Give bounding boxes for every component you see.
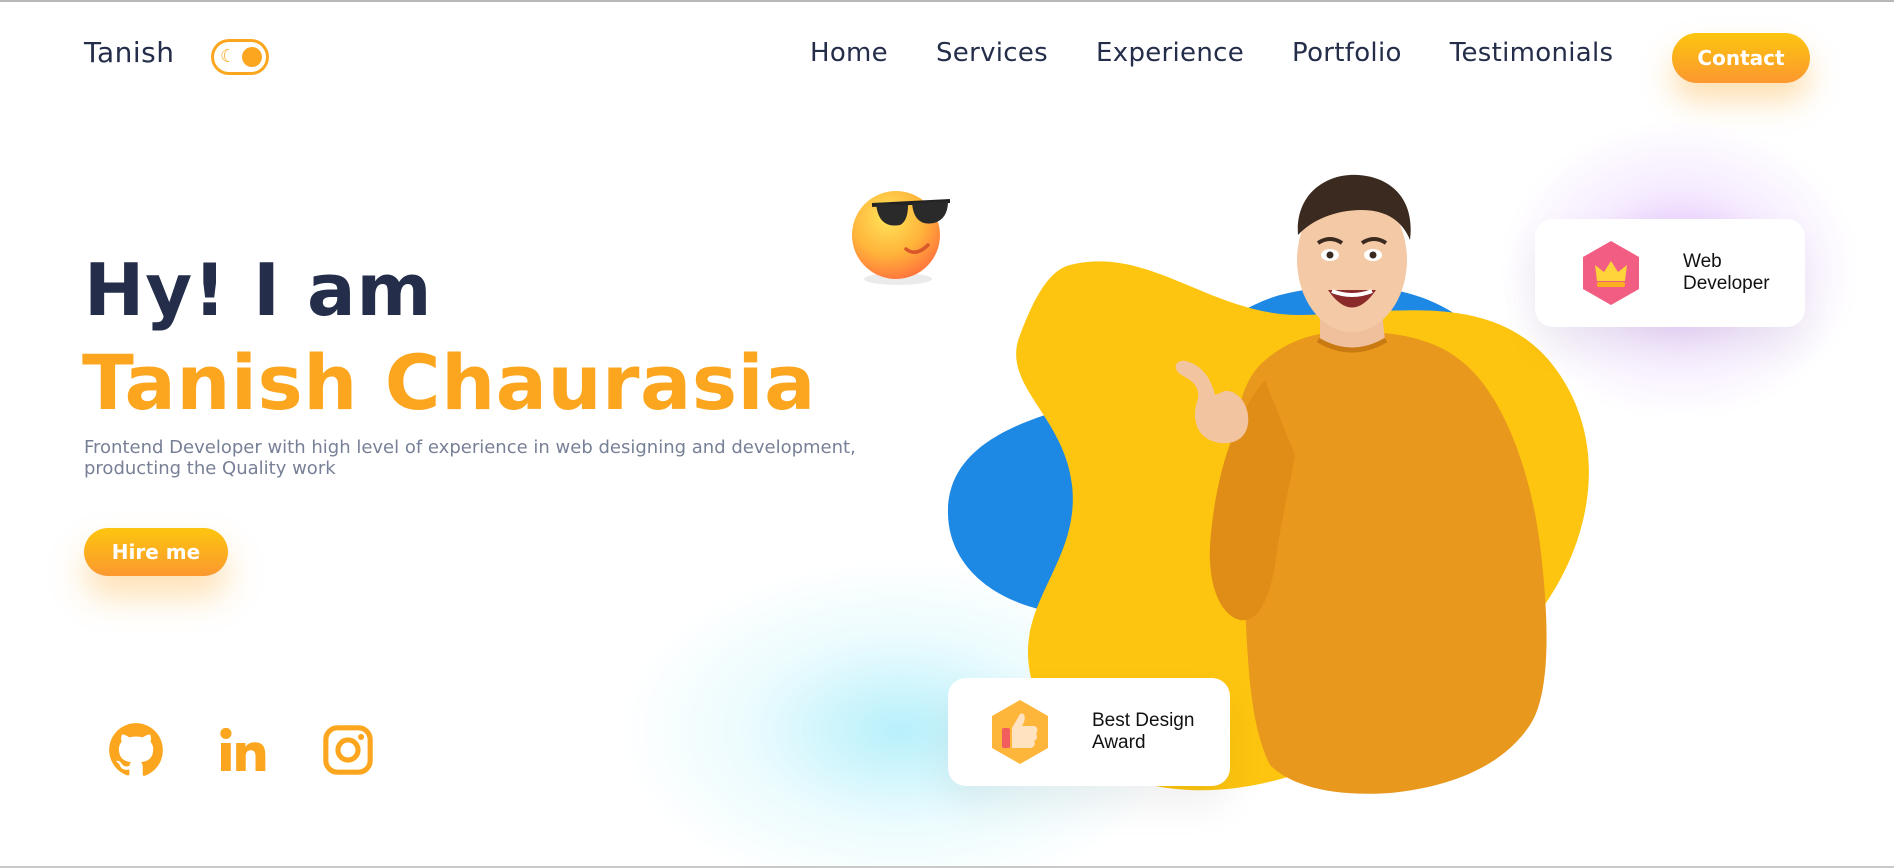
nav-link-services[interactable]: Services <box>936 38 1048 68</box>
toggle-knob <box>242 47 262 67</box>
moon-icon: ☾ <box>220 46 237 67</box>
sunglasses-emoji-icon <box>852 191 950 285</box>
hero-greeting: Hy! I am <box>84 248 433 332</box>
web-developer-card: Web Developer <box>1535 219 1805 327</box>
github-icon[interactable] <box>108 722 164 778</box>
nav-link-testimonials[interactable]: Testimonials <box>1450 38 1614 68</box>
linkedin-icon[interactable] <box>214 722 270 778</box>
navbar: Tanish ☾ Home Services Experience Portfo… <box>0 0 1894 110</box>
nav-link-portfolio[interactable]: Portfolio <box>1292 38 1402 68</box>
nav-link-experience[interactable]: Experience <box>1096 38 1244 68</box>
nav-links: Home Services Experience Portfolio Testi… <box>810 38 1613 68</box>
theme-toggle[interactable]: ☾ <box>211 39 269 75</box>
brand-name[interactable]: Tanish <box>84 36 175 69</box>
best-design-award-card: Best Design Award <box>948 678 1230 786</box>
instagram-icon[interactable] <box>320 722 376 778</box>
crown-icon <box>1583 241 1639 305</box>
social-links <box>108 722 376 778</box>
web-developer-label: Web Developer <box>1683 251 1770 294</box>
thumbs-up-icon <box>992 700 1048 764</box>
hero-name: Tanish Chaurasia <box>82 338 816 427</box>
nav-link-home[interactable]: Home <box>810 38 888 68</box>
contact-button[interactable]: Contact <box>1672 33 1810 83</box>
hire-me-button[interactable]: Hire me <box>84 528 228 576</box>
hero-description: Frontend Developer with high level of ex… <box>84 437 856 479</box>
best-design-award-label: Best Design Award <box>1092 710 1195 753</box>
